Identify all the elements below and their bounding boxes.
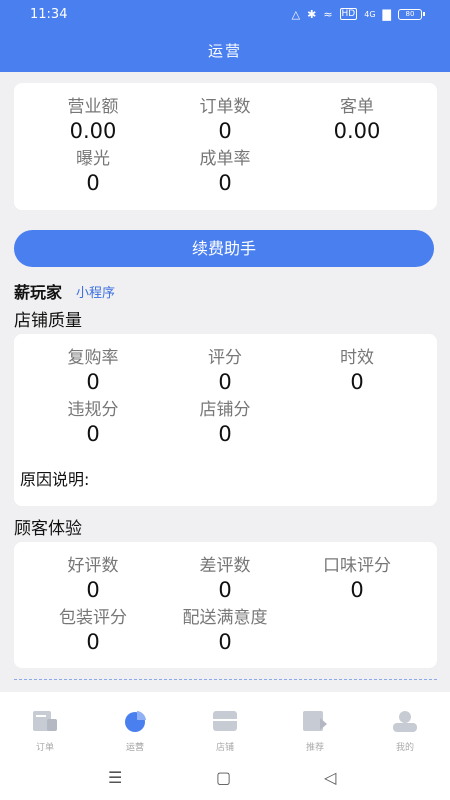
stat-value: 0 [86,171,100,195]
stat-value: 0 [218,630,232,654]
bluetooth-icon: ✱ [307,7,317,21]
stat-exposure: 曝光 0 [28,149,158,196]
stat-value: 0 [218,422,232,446]
back-icon[interactable]: ◁ [324,768,336,787]
signal-label: 4G [364,9,376,19]
customer-experience-title: 顾客体验 [14,519,82,539]
stat-value: 0 [218,171,232,195]
tab-label: 推荐 [305,743,324,753]
status-time: 11:34 [30,6,68,22]
stat-value: 0 [86,370,100,394]
renew-assistant-button[interactable]: 续费助手 [14,230,434,267]
stat-taste-score: 口味评分 0 [292,556,422,603]
stat-value: 0 [86,422,100,446]
stat-timeliness: 时效 0 [292,348,422,395]
stat-negative-reviews: 差评数 0 [160,556,290,603]
stat-label: 订单数 [199,97,251,117]
app-header: 11:34 △ ✱ ≈ HD 4G ▇ 80 运营 [0,0,450,72]
stat-value: 0 [218,578,232,602]
home-icon[interactable]: ▢ [216,768,231,787]
stat-value: 0.00 [69,119,117,143]
stat-label: 违规分 [67,400,119,420]
stat-repurchase-rate: 复购率 0 [28,348,158,395]
tab-label: 运营 [125,743,144,753]
stat-conversion-rate: 成单率 0 [160,149,290,196]
tab-profile[interactable]: 我的 [360,692,450,760]
shop-name: 薪玩家 [14,283,63,302]
stat-label: 差评数 [199,556,251,576]
status-bar: 11:34 △ ✱ ≈ HD 4G ▇ 80 [0,0,450,28]
profile-icon [393,711,417,732]
stat-revenue: 营业额 0.00 [28,97,158,144]
stat-label: 营业额 [67,97,119,117]
hd-icon: HD [339,8,358,20]
stat-packaging-score: 包装评分 0 [28,608,158,655]
stat-label: 包装评分 [59,608,127,628]
divider [14,679,437,680]
stat-label: 店铺分 [199,400,251,420]
stat-order-count: 订单数 0 [160,97,290,144]
status-icons: △ ✱ ≈ HD 4G ▇ 80 [291,7,425,21]
menu-icon[interactable]: ☰ [108,768,122,787]
stat-avg-order: 客单 0.00 [292,97,422,144]
stat-positive-reviews: 好评数 0 [28,556,158,603]
pie-chart-icon [125,711,146,732]
stat-value: 0 [350,578,364,602]
reason-label: 原因说明: [20,470,90,489]
store-quality-title: 店铺质量 [14,311,82,331]
stat-label: 好评数 [67,556,119,576]
order-icon [33,711,57,731]
stat-value: 0 [86,630,100,654]
stat-label: 曝光 [76,149,110,169]
bottom-tab-bar: 订单 运营 店铺 推荐 我的 [0,692,450,760]
stat-value: 0 [218,370,232,394]
system-nav-bar: ☰ ▢ ◁ [0,760,450,800]
page-title: 运营 [207,42,242,60]
stat-label: 复购率 [67,348,119,368]
alarm-icon: △ [291,7,301,21]
tab-operations[interactable]: 运营 [90,692,180,760]
overview-card: 营业额 0.00 订单数 0 客单 0.00 曝光 0 成单率 0 [14,83,437,210]
store-icon [213,711,237,731]
stat-violation-score: 违规分 0 [28,400,158,447]
stat-value: 0 [218,119,232,143]
stat-label: 成单率 [199,149,251,169]
tab-label: 我的 [395,743,414,753]
tab-label: 店铺 [215,743,234,753]
stat-label: 配送满意度 [182,608,268,628]
stat-value: 0 [350,370,364,394]
mini-program-tag[interactable]: 小程序 [76,282,115,301]
tab-recommend[interactable]: 推荐 [270,692,360,760]
tab-orders[interactable]: 订单 [0,692,90,760]
signal-icon: ▇ [382,7,391,21]
stat-label: 评分 [208,348,242,368]
stat-value: 0.00 [333,119,381,143]
customer-experience-card: 好评数 0 差评数 0 口味评分 0 包装评分 0 配送满意度 0 [14,542,437,668]
tab-store[interactable]: 店铺 [180,692,270,760]
wifi-icon: ≈ [323,7,333,21]
battery-icon: 80 [398,8,425,20]
recommend-icon [303,711,327,731]
stat-label: 客单 [340,97,374,117]
stat-label: 时效 [340,348,374,368]
stat-value: 0 [86,578,100,602]
stat-store-score: 店铺分 0 [160,400,290,447]
stat-delivery-satisfaction: 配送满意度 0 [160,608,290,655]
stat-label: 口味评分 [323,556,391,576]
stat-rating: 评分 0 [160,348,290,395]
tab-label: 订单 [35,743,54,753]
